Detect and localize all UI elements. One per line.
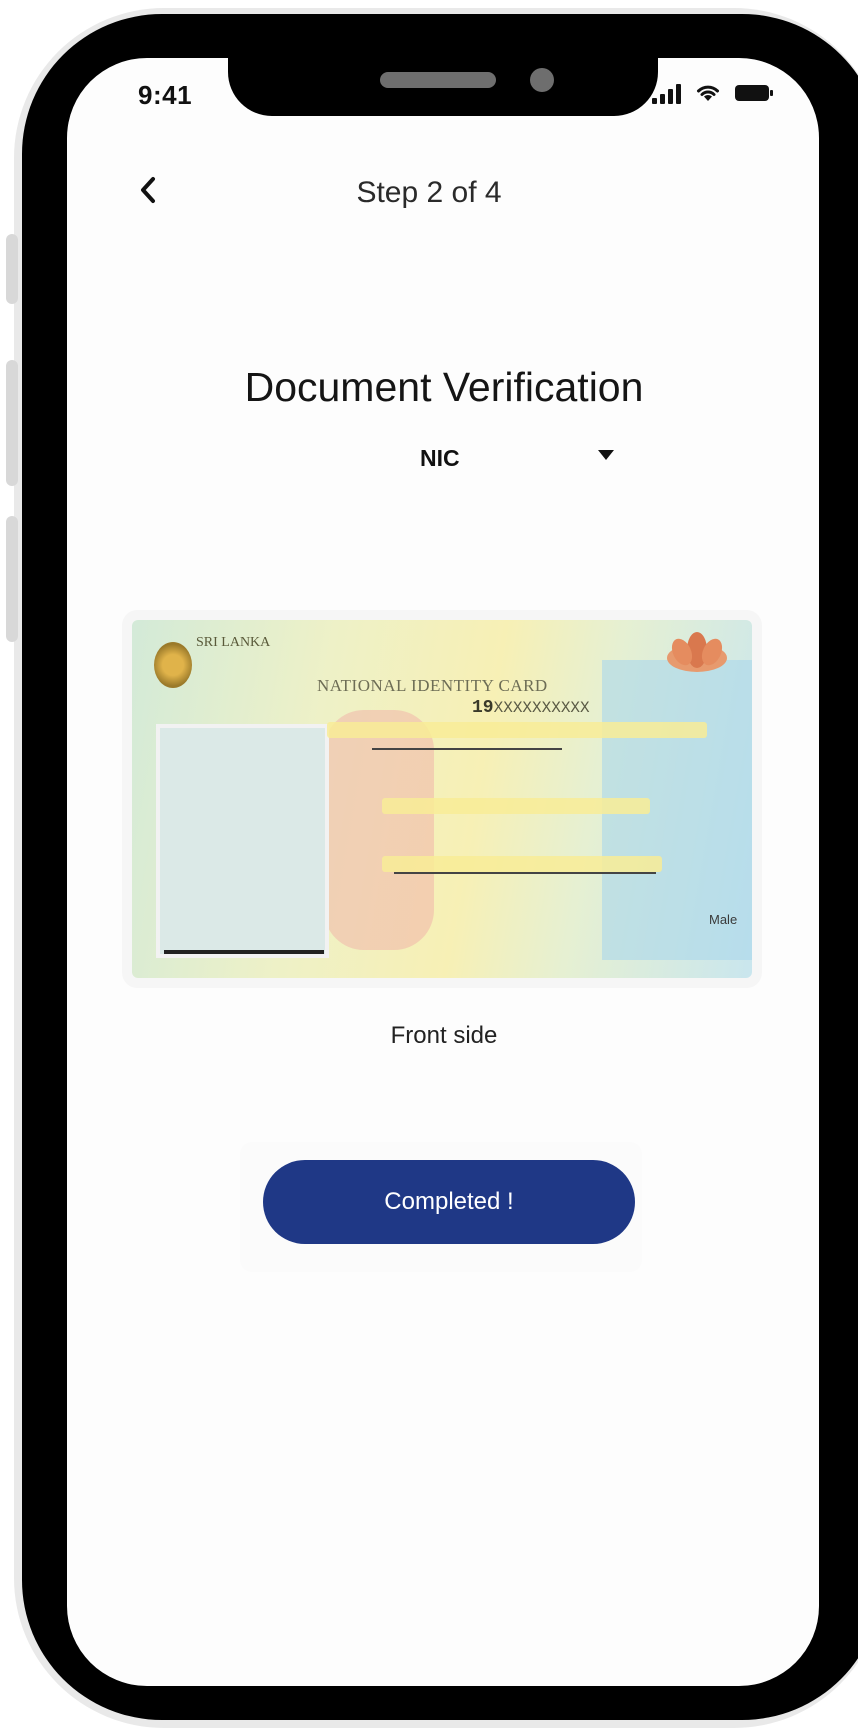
card-field xyxy=(327,722,707,738)
card-id-number: 19XXXXXXXXXX xyxy=(472,698,590,718)
document-type-select[interactable]: NIC xyxy=(420,438,620,478)
card-title: NATIONAL IDENTITY CARD xyxy=(317,676,548,695)
card-country: SRI LANKA xyxy=(196,635,271,650)
card-photo-edge xyxy=(164,950,324,954)
card-field xyxy=(382,798,650,814)
card-field xyxy=(382,856,662,872)
notch xyxy=(228,14,658,116)
speaker xyxy=(380,72,496,88)
card-pattern xyxy=(324,710,434,950)
card-field-line xyxy=(372,748,562,750)
lotus-icon xyxy=(667,632,727,672)
wifi-icon xyxy=(697,85,719,101)
nic-card-image: SRI LANKA NATIONAL IDENTITY CARD 19XXXXX… xyxy=(132,620,752,978)
status-time: 9:41 xyxy=(138,80,193,110)
page-title: Document Verification xyxy=(244,364,644,410)
emblem-icon xyxy=(154,642,192,688)
step-indicator: Step 2 of 4 xyxy=(356,176,502,209)
status-icons xyxy=(652,82,773,104)
volume-down-button xyxy=(6,516,18,642)
document-type-value: NIC xyxy=(420,444,460,471)
mute-switch xyxy=(6,234,18,304)
front-camera xyxy=(530,68,554,92)
card-photo xyxy=(160,728,325,954)
battery-icon xyxy=(735,85,773,101)
card-side-caption: Front side xyxy=(390,1022,498,1049)
completed-button[interactable]: Completed ! xyxy=(263,1160,635,1244)
signal-icon xyxy=(652,82,681,104)
card-field-line xyxy=(394,872,656,874)
caret-down-icon xyxy=(598,450,614,460)
card-sex-value: Male xyxy=(709,912,738,927)
